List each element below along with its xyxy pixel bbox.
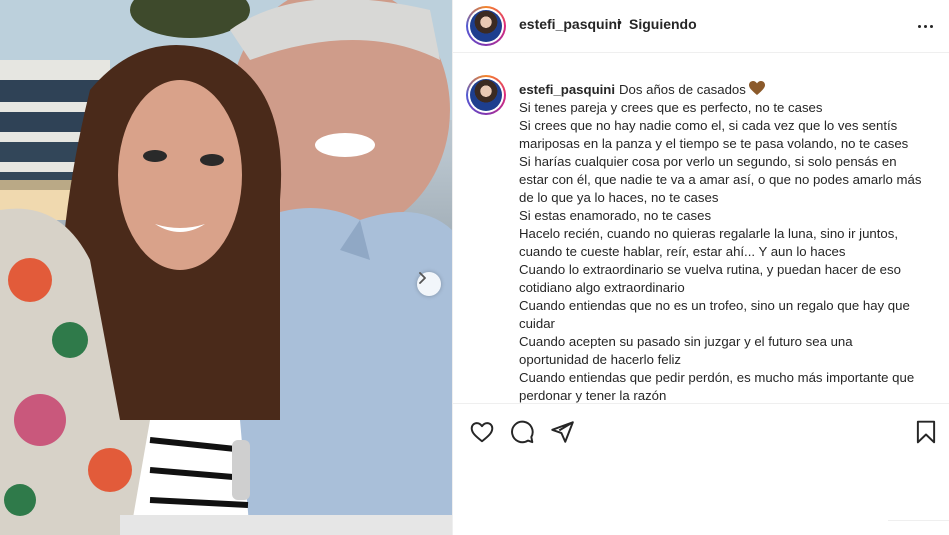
- brown-heart-icon: [748, 81, 765, 95]
- heart-outline-icon: [470, 422, 494, 443]
- caption-line: Cuando acepten su pasado sin juzgar y el…: [519, 334, 853, 349]
- post-header: estefi_pasquini • Siguiendo: [453, 0, 949, 53]
- header-username[interactable]: estefi_pasquini: [519, 16, 621, 32]
- header-separator: •: [617, 14, 622, 30]
- caption-line: Si harías cualquier cosa por verlo un se…: [519, 154, 897, 169]
- bookmark-icon: [916, 420, 936, 444]
- share-button[interactable]: [549, 419, 575, 445]
- caption-line: cotidiano algo extraordinario: [519, 280, 685, 295]
- caption-avatar[interactable]: [466, 75, 506, 115]
- caption-line: Si estas enamorado, no te cases: [519, 208, 712, 223]
- caption-line: de lo que ya lo haces, no te cases: [519, 190, 719, 205]
- comment-button[interactable]: [509, 419, 535, 445]
- caption-text: estefi_pasquini Dos años de casados Si te…: [519, 81, 943, 403]
- caption-section: estefi_pasquini Dos años de casados Si te…: [453, 72, 949, 403]
- caption-line: cuando te cueste hablar, reír, estar ahí…: [519, 244, 846, 259]
- ellipsis-icon: [917, 24, 921, 28]
- caption-line: Hacelo recién, cuando no quieras regalar…: [519, 226, 898, 241]
- save-button[interactable]: [913, 419, 939, 445]
- comment-bubble-icon: [511, 420, 534, 444]
- caption-line: perdonar y tener la razón: [519, 388, 667, 403]
- following-button[interactable]: Siguiendo: [629, 16, 697, 32]
- carousel-next-button[interactable]: [417, 272, 441, 296]
- paper-plane-icon: [551, 421, 574, 443]
- post-side-panel: estefi_pasquini • Siguiendo estefi_pasqu…: [452, 0, 949, 535]
- like-button[interactable]: [469, 419, 495, 445]
- caption-line: mariposas en la panza y el tiempo se te …: [519, 136, 909, 151]
- avatar-image: [470, 10, 502, 42]
- post-photo[interactable]: [0, 0, 452, 535]
- caption-line: Si crees que no hay nadie como el, si ca…: [519, 118, 898, 133]
- caption-line: oportunidad de hacerlo feliz: [519, 352, 682, 367]
- avatar-image: [470, 79, 502, 111]
- caption-line: Si tenes pareja y crees que es perfecto,…: [519, 100, 823, 115]
- caption-line: Cuando entiendas que no es un trofeo, si…: [519, 298, 910, 313]
- caption-line: Cuando lo extraordinario se vuelva rutin…: [519, 262, 901, 277]
- chevron-right-icon: [419, 272, 426, 284]
- more-options-button[interactable]: [915, 17, 935, 35]
- divider: [888, 520, 949, 521]
- header-avatar[interactable]: [466, 6, 506, 46]
- caption-line: estar con él, que nadie te va a amar así…: [519, 172, 922, 187]
- caption-line: cuidar: [519, 316, 555, 331]
- caption-username[interactable]: estefi_pasquini: [519, 82, 615, 97]
- caption-line: Cuando entiendas que pedir perdón, es mu…: [519, 370, 915, 385]
- caption-line: estefi_pasquini Dos años de casados: [519, 81, 943, 99]
- post-actions-bar: [453, 403, 949, 460]
- photo-illustration: [0, 0, 452, 535]
